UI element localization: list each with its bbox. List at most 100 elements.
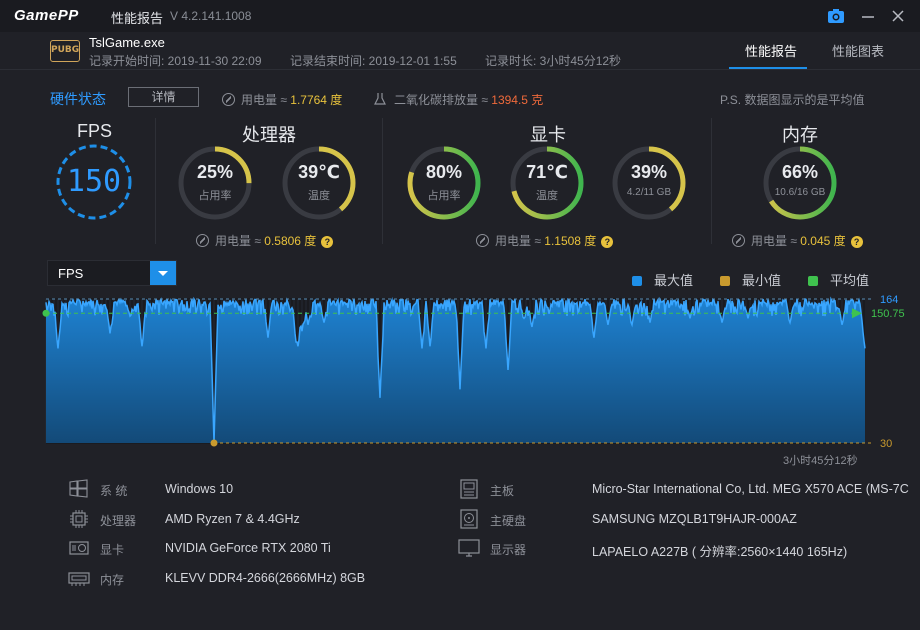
help-icon[interactable]: ? xyxy=(321,236,334,248)
chart-duration: 3小时45分12秒 xyxy=(783,455,858,467)
title-bar: GamePP 性能报告 V 4.2.141.1008 xyxy=(0,0,920,32)
gpu-vram-label: 4.2/11 GB xyxy=(626,187,672,198)
spec-label: 显示器 xyxy=(490,543,527,557)
legend-min: 最小值 xyxy=(720,270,781,289)
gpu-temp-label: 温度 xyxy=(536,190,558,202)
gpu-icon xyxy=(68,538,90,558)
gpu-usage-label: 占用率 xyxy=(427,190,461,202)
hardware-status-title: 硬件状态 xyxy=(50,91,106,107)
section-divider xyxy=(155,118,156,244)
cpu-temp-label: 温度 xyxy=(308,190,330,202)
minimize-button[interactable] xyxy=(858,6,878,26)
gpu-temp-value: 71℃ xyxy=(526,162,568,182)
bolt-icon xyxy=(222,93,235,106)
chart-metric-selected: FPS xyxy=(58,266,84,281)
spec-label: 主板 xyxy=(490,484,515,498)
spec-label: 处理器 xyxy=(100,514,137,528)
avg-value-label: 150.75 xyxy=(871,308,905,320)
minimize-icon xyxy=(862,16,874,18)
cpu-temp-value: 39℃ xyxy=(298,162,340,182)
total-power: 用电量 ≈ 1.7764 度 xyxy=(222,91,342,108)
memory-usage-label: 10.6/16 GB xyxy=(774,187,826,198)
spec-label: 显卡 xyxy=(100,543,125,557)
help-icon[interactable]: ? xyxy=(601,236,614,248)
cpu-usage-label: 占用率 xyxy=(198,190,232,202)
cpu-icon xyxy=(68,509,90,529)
spec-value: LAPAELO A227B ( 分辨率:2560×1440 165Hz) xyxy=(592,545,848,559)
cpu-temp-gauge: 39℃ 温度 xyxy=(280,144,358,222)
window-title: 性能报告 xyxy=(111,11,164,26)
memory-power: 用电量 ≈ 0.045 度? xyxy=(732,232,863,249)
chart-metric-select[interactable]: FPS xyxy=(47,260,177,286)
section-divider xyxy=(711,118,712,244)
bolt-icon xyxy=(196,234,209,247)
legend-max: 最大值 xyxy=(632,270,693,289)
average-note: P.S. 数据图显示的是平均值 xyxy=(720,93,865,107)
co2-value: 1394.5 克 xyxy=(491,93,544,107)
cpu-usage-gauge: 25% 占用率 xyxy=(176,144,254,222)
legend-avg: 平均值 xyxy=(808,270,869,289)
gpu-power: 用电量 ≈ 1.1508 度? xyxy=(476,232,614,249)
spec-value: NVIDIA GeForce RTX 2080 Ti xyxy=(165,541,331,555)
details-button[interactable]: 详情 xyxy=(128,87,199,107)
spec-value: Micro-Star International Co, Ltd. MEG X5… xyxy=(592,482,909,496)
spec-value: SAMSUNG MZQLB1T9HAJR-000AZ xyxy=(592,512,797,526)
gpu-vram-gauge: 39% 4.2/11 GB xyxy=(610,144,688,222)
min-value-label: 30 xyxy=(880,438,892,450)
chevron-down-icon[interactable] xyxy=(150,261,176,285)
gpu-vram-value: 39% xyxy=(630,162,668,182)
avg-marker xyxy=(42,309,50,317)
app-version: V 4.2.141.1008 xyxy=(170,9,252,23)
memory-usage-gauge: 66% 10.6/16 GB xyxy=(761,144,839,222)
spec-value: KLEVV DDR4-2666(2666MHz) 8GB xyxy=(165,571,366,585)
help-icon[interactable]: ? xyxy=(850,236,863,248)
motherboard-icon xyxy=(458,479,480,499)
min-marker xyxy=(210,439,218,447)
gpu-usage-gauge: 80% 占用率 xyxy=(405,144,483,222)
gpu-temp-gauge: 71℃ 温度 xyxy=(508,144,586,222)
section-divider xyxy=(382,118,383,244)
legend-avg-swatch xyxy=(808,276,818,286)
record-start-time: 记录开始时间: 2019-11-30 22:09 xyxy=(89,54,262,68)
spec-label: 系 统 xyxy=(100,484,128,498)
fps-chart: 164 150.75 30 xyxy=(42,294,905,450)
screenshot-button[interactable] xyxy=(826,6,846,26)
bolt-icon xyxy=(476,234,489,247)
flask-icon xyxy=(374,93,386,105)
spec-label: 主硬盘 xyxy=(490,514,527,528)
fps-value: 150 xyxy=(66,164,122,199)
close-button[interactable] xyxy=(888,6,908,26)
max-value-label: 164 xyxy=(880,294,898,306)
record-end-time: 记录结束时间: 2019-12-01 1:55 xyxy=(290,54,457,68)
cpu-usage-value: 25% xyxy=(196,162,234,182)
fps-title: FPS xyxy=(77,121,113,141)
game-name: TslGame.exe xyxy=(89,35,165,50)
tab-performance-report[interactable]: 性能报告 xyxy=(745,41,797,60)
ram-icon xyxy=(68,568,90,588)
memory-usage-value: 66% xyxy=(781,162,819,182)
spec-label: 内存 xyxy=(100,573,125,587)
close-icon xyxy=(892,10,904,22)
co2-emission: 二氧化碳排放量 ≈ 1394.5 克 xyxy=(374,91,543,108)
cpu-power: 用电量 ≈ 0.5806 度? xyxy=(196,232,334,249)
spec-value: Windows 10 xyxy=(165,482,234,496)
memory-power-value: 0.045 度 xyxy=(800,234,846,248)
gpu-power-value: 1.1508 度 xyxy=(544,234,597,248)
gpu-usage-value: 80% xyxy=(425,162,463,182)
fps-gauge: 150 xyxy=(54,142,134,222)
fps-area xyxy=(46,299,865,443)
windows-icon xyxy=(68,479,90,499)
legend-max-swatch xyxy=(632,276,642,286)
record-duration: 记录时长: 3小时45分12秒 xyxy=(485,54,622,68)
total-power-value: 1.7764 度 xyxy=(290,93,343,107)
game-logo: PUBG xyxy=(50,40,80,62)
spec-value: AMD Ryzen 7 & 4.4GHz xyxy=(165,512,300,526)
monitor-icon xyxy=(458,538,480,558)
legend-min-swatch xyxy=(720,276,730,286)
camera-icon xyxy=(828,9,844,23)
bolt-icon xyxy=(732,234,745,247)
harddisk-icon xyxy=(458,509,480,529)
tab-performance-chart[interactable]: 性能图表 xyxy=(832,41,884,60)
header-divider xyxy=(0,69,920,70)
cpu-power-value: 0.5806 度 xyxy=(264,234,317,248)
